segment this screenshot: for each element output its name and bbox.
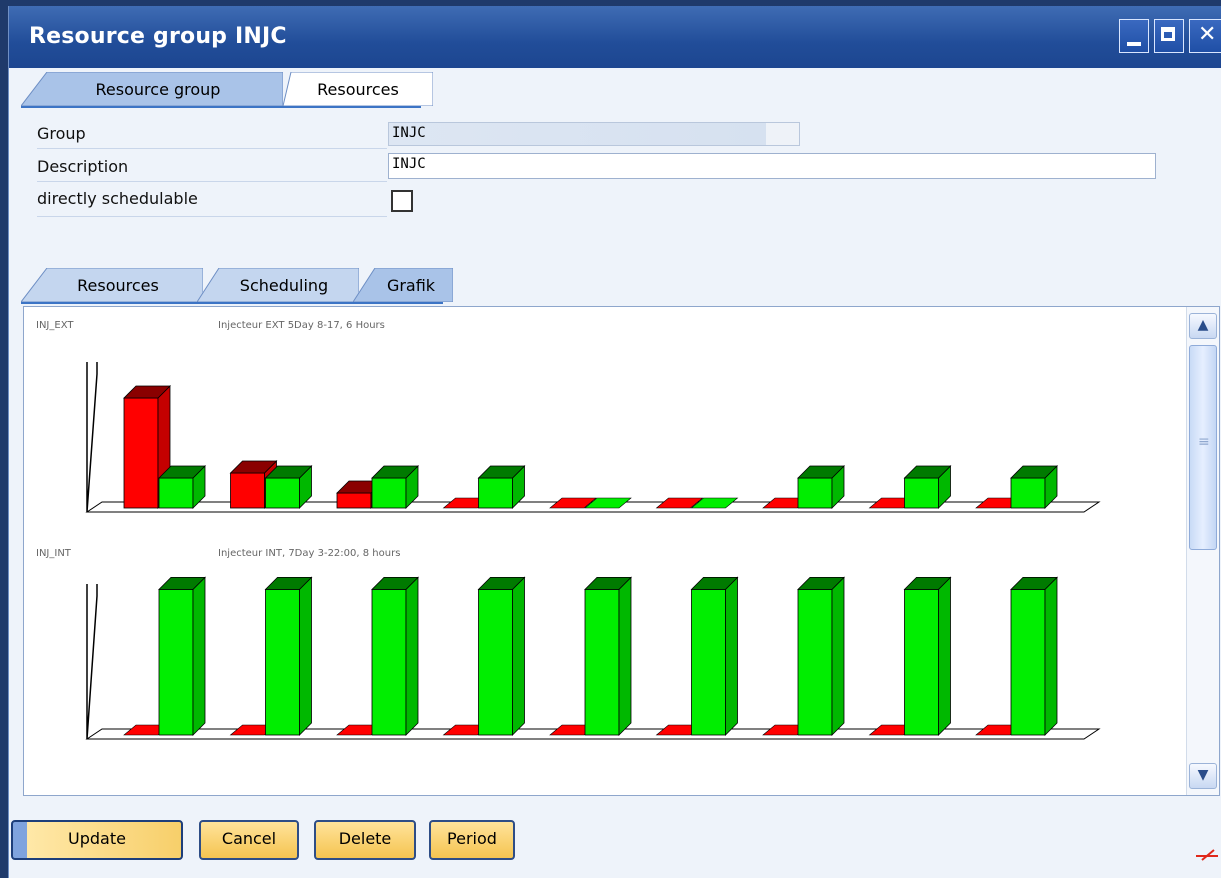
period-button[interactable]: Period <box>429 820 515 860</box>
close-icon[interactable] <box>1189 19 1221 53</box>
top-tab-row: Resource group Resources <box>21 72 1211 108</box>
bar <box>158 477 194 509</box>
capacity-charts: INJ_EXT Injecteur EXT 5Day 8-17, 6 Hours I… <box>36 320 1101 740</box>
tab-label: Resources <box>77 276 159 295</box>
bar <box>797 477 833 509</box>
bar-side <box>725 576 738 736</box>
divider <box>37 216 387 217</box>
tab-underline <box>21 302 443 304</box>
tab-resource-group[interactable]: Resource group <box>21 72 283 106</box>
tab-resources[interactable]: Resources <box>21 268 203 302</box>
bar-side <box>938 576 951 736</box>
divider <box>37 181 387 182</box>
title-bar[interactable]: Resource group INJC <box>9 6 1221 68</box>
resource-group-window: Resource group INJC Resource group Resou… <box>8 6 1221 878</box>
tab-scheduling[interactable]: Scheduling <box>197 268 359 302</box>
y-axis <box>86 584 98 740</box>
bar <box>797 588 833 736</box>
divider <box>37 148 387 149</box>
grafik-panel[interactable]: INJ_EXT Injecteur EXT 5Day 8-17, 6 Hours I… <box>23 306 1220 796</box>
window-title: Resource group INJC <box>29 24 287 49</box>
bar <box>336 492 372 509</box>
tab-grafik[interactable]: Grafik <box>353 268 453 302</box>
chart-resource-label: INJ_EXT <box>36 320 74 331</box>
scroll-up-icon[interactable] <box>1189 313 1217 339</box>
bar <box>904 477 939 509</box>
tab-underline <box>21 106 421 108</box>
bar <box>584 588 620 736</box>
bar-side <box>618 576 632 736</box>
description-input[interactable]: INJC <box>388 153 1156 179</box>
chart-title: Injecteur INT, 7Day 3-22:00, 8 hours <box>218 548 400 559</box>
group-field: INJC <box>388 122 800 146</box>
bar <box>123 397 159 509</box>
bar <box>478 477 513 509</box>
bar-side <box>299 576 312 736</box>
bar <box>158 588 194 736</box>
scroll-down-icon[interactable] <box>1189 763 1217 789</box>
bar <box>230 472 265 509</box>
tab-label: Resources <box>317 80 399 99</box>
maximize-icon[interactable] <box>1154 19 1184 53</box>
bar <box>691 588 726 736</box>
chart-resource-label: INJ_INT <box>36 548 72 559</box>
bar <box>265 588 300 736</box>
schedulable-checkbox[interactable] <box>391 190 413 212</box>
tab-label: Resource group <box>95 80 221 99</box>
chart-title: Injecteur EXT 5Day 8-17, 6 Hours <box>218 320 385 331</box>
group-label: Group <box>37 124 86 143</box>
bar-side <box>512 576 525 736</box>
status-indicator-icon <box>1196 849 1218 861</box>
minimize-icon[interactable] <box>1119 19 1149 53</box>
detail-tab-row: Resources Scheduling Grafik <box>21 268 461 304</box>
delete-button[interactable]: Delete <box>314 820 416 860</box>
update-button[interactable]: Update <box>11 820 183 860</box>
bar <box>904 588 939 736</box>
bar <box>1010 477 1046 509</box>
bar <box>265 477 300 509</box>
vertical-scrollbar[interactable] <box>1186 307 1219 795</box>
y-axis <box>86 362 98 513</box>
tab-resources-top[interactable]: Resources <box>283 72 433 106</box>
tab-label: Scheduling <box>239 276 329 295</box>
scroll-thumb[interactable] <box>1189 345 1217 550</box>
bar-side <box>831 576 845 736</box>
schedulable-label: directly schedulable <box>37 189 198 208</box>
cancel-button[interactable]: Cancel <box>199 820 299 860</box>
bar-side <box>405 576 419 736</box>
bar <box>1010 588 1046 736</box>
bar-side <box>1044 576 1058 736</box>
bar <box>371 477 407 509</box>
description-label: Description <box>37 157 129 176</box>
bar <box>371 588 407 736</box>
tab-label: Grafik <box>386 276 436 295</box>
bar-side <box>192 576 206 736</box>
bar <box>478 588 513 736</box>
